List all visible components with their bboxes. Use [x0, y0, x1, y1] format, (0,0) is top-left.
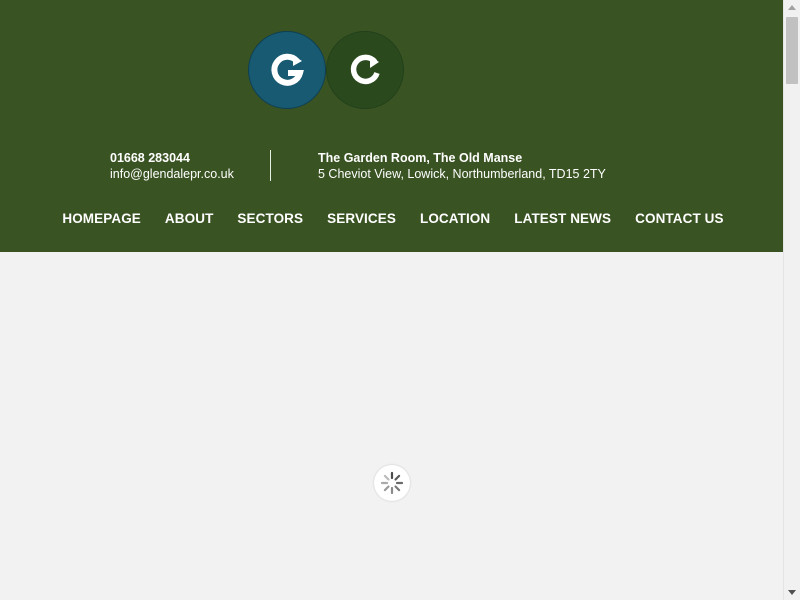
loading-spinner — [374, 465, 410, 501]
address-block: The Garden Room, The Old Manse 5 Cheviot… — [318, 150, 606, 182]
site-header: 01668 283044 info@glendalepr.co.uk The G… — [0, 0, 783, 252]
logo-g[interactable] — [248, 31, 326, 109]
contact-divider — [270, 150, 271, 181]
nav-contact-us[interactable]: CONTACT US — [635, 211, 724, 226]
contact-info: 01668 283044 info@glendalepr.co.uk — [110, 150, 234, 182]
nav-about[interactable]: ABOUT — [165, 211, 214, 226]
nav-latest-news[interactable]: LATEST NEWS — [514, 211, 611, 226]
nav-location[interactable]: LOCATION — [420, 211, 490, 226]
c-arrow-logo-icon — [350, 54, 380, 85]
nav-sectors[interactable]: SECTORS — [237, 211, 303, 226]
main-nav: HOMEPAGE ABOUT SECTORS SERVICES LOCATION… — [0, 211, 783, 226]
nav-homepage[interactable]: HOMEPAGE — [62, 211, 141, 226]
scroll-up-arrow-icon[interactable] — [788, 5, 796, 10]
address-line-1: The Garden Room, The Old Manse — [318, 151, 523, 165]
nav-services[interactable]: SERVICES — [327, 211, 396, 226]
email-link[interactable]: info@glendalepr.co.uk — [110, 166, 234, 182]
logo-c[interactable] — [326, 31, 404, 109]
address-line-2: 5 Cheviot View, Lowick, Northumberland, … — [318, 167, 606, 181]
g-arrow-logo-icon — [271, 53, 304, 86]
phone-number[interactable]: 01668 283044 — [110, 150, 234, 166]
scroll-down-arrow-icon[interactable] — [788, 590, 796, 595]
spinner-icon — [380, 471, 404, 495]
page: 01668 283044 info@glendalepr.co.uk The G… — [0, 0, 783, 600]
scrollbar-thumb[interactable] — [786, 17, 798, 84]
vertical-scrollbar[interactable] — [783, 0, 800, 600]
